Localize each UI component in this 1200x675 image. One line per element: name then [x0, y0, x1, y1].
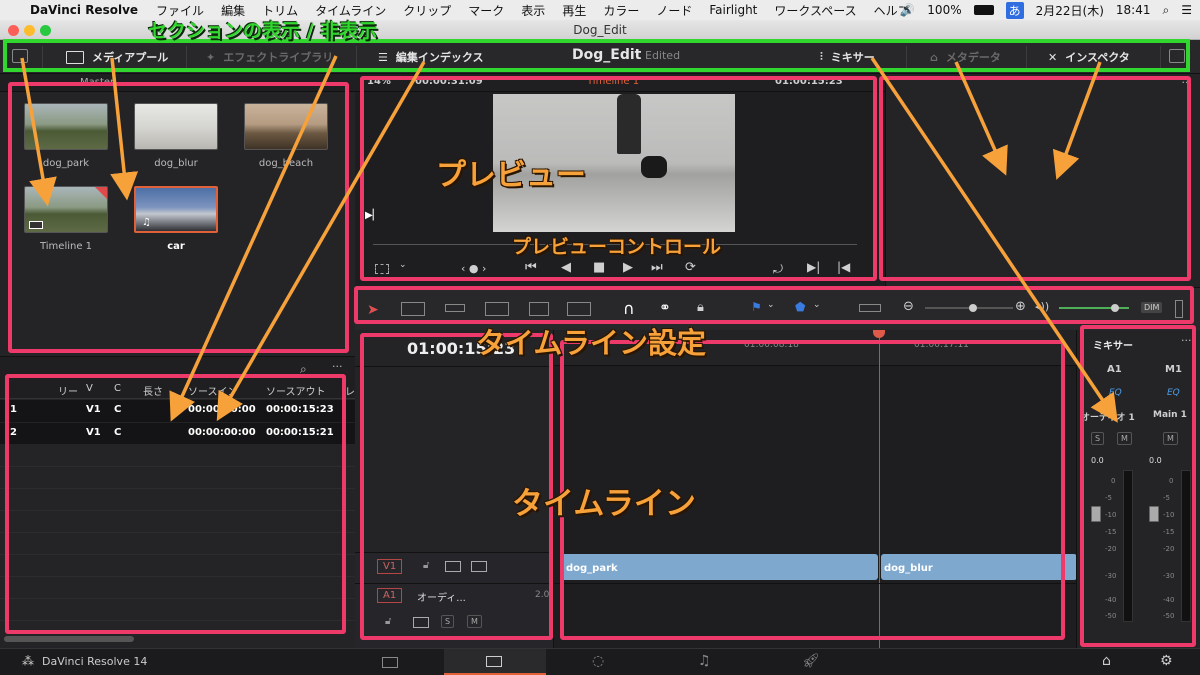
annotation-arrow: [954, 61, 1008, 176]
annotation-preview: プレビュー: [436, 158, 586, 193]
annotation-arrow: [20, 57, 57, 207]
annotation-arrow: [1052, 61, 1102, 180]
annotation-arrow: [110, 57, 139, 201]
annotation-arrow: [870, 57, 1118, 423]
annotation-timeline-settings: タイムライン設定: [476, 326, 706, 360]
annotation-timeline: タイムライン: [512, 486, 696, 522]
annotation-arrow: [169, 55, 338, 422]
annotation-preview-controls: プレビューコントロール: [512, 236, 722, 258]
annotation-sections-toggle: セクションの表示 / 非表示: [148, 20, 378, 42]
